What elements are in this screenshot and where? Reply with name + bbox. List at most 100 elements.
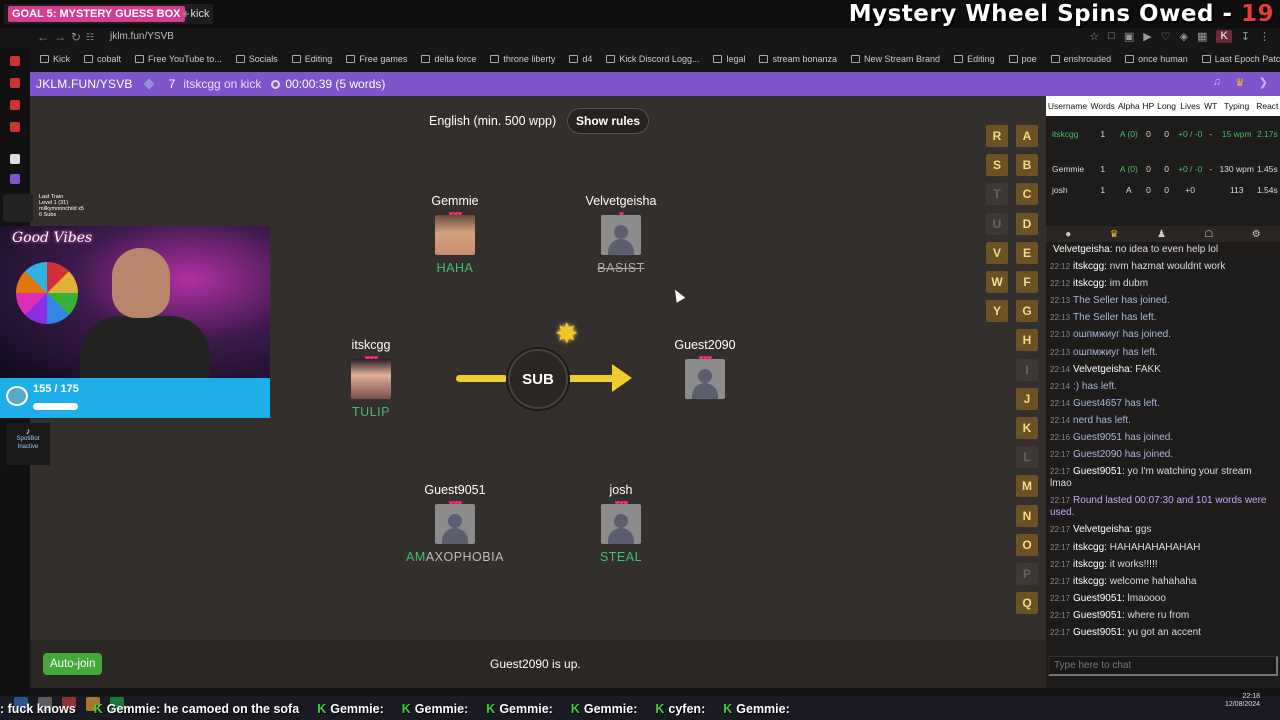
players-tab-icon[interactable]: ♛: [1110, 229, 1119, 240]
new-tab-button[interactable]: +: [182, 6, 190, 21]
chat-timestamp: 22:17: [1050, 467, 1071, 477]
chat-username[interactable]: Guest9051:: [1073, 593, 1125, 604]
bookmark-item[interactable]: Kick: [40, 54, 70, 64]
bookmark-item[interactable]: delta force: [421, 54, 476, 64]
score-cell: A (0): [1119, 163, 1138, 174]
chat-timestamp: 22:17: [1050, 496, 1071, 506]
score-column-header[interactable]: React: [1254, 96, 1280, 116]
reload-icon[interactable]: ↻: [71, 30, 81, 44]
bookmark-item[interactable]: cobalt: [84, 54, 121, 64]
chat-username[interactable]: itskcgg:: [1073, 542, 1107, 553]
bookmark-item[interactable]: d4: [569, 54, 592, 64]
spotibot-status: SpotiBot Inactive: [16, 436, 40, 450]
bookmark-star-icon[interactable]: ☆: [1089, 30, 1099, 43]
shield-icon[interactable]: ◈: [1180, 30, 1188, 43]
chat-username[interactable]: Velvetgeisha:: [1053, 244, 1113, 255]
chat-username[interactable]: Velvetgeisha:: [1073, 524, 1133, 535]
extension-icon[interactable]: □: [1108, 30, 1115, 43]
chat-input[interactable]: [1048, 656, 1278, 676]
score-cell: 0: [1164, 128, 1169, 139]
player-seat-current: Guest2090 ♥♥♥: [635, 338, 775, 405]
play-icon[interactable]: ▶: [1143, 30, 1151, 43]
forward-icon[interactable]: →: [54, 30, 66, 44]
score-column-header[interactable]: Long: [1155, 96, 1178, 116]
prize-wheel: [16, 262, 78, 324]
chat-username[interactable]: itskcgg:: [1073, 559, 1107, 570]
bookmark-item[interactable]: throne liberty: [490, 54, 555, 64]
bomb-prompt: SUB: [508, 349, 568, 409]
bookmark-item[interactable]: Free games: [346, 54, 407, 64]
chat-username[interactable]: Velvetgeisha:: [1073, 364, 1133, 375]
sidebar-app-icon[interactable]: [10, 78, 20, 88]
bonus-letter: D: [1016, 212, 1038, 235]
score-column-header[interactable]: WT: [1202, 96, 1219, 116]
settings-gear-icon[interactable]: ⚙: [1252, 229, 1261, 240]
bookmark-item[interactable]: Free YouTube to...: [135, 54, 222, 64]
bookmark-item[interactable]: legal: [713, 54, 745, 64]
chat-tab-icon[interactable]: ●: [1065, 229, 1071, 240]
score-column-header[interactable]: Words: [1088, 96, 1117, 116]
bookmark-item[interactable]: Socials: [235, 54, 278, 64]
twitch-icon[interactable]: [10, 174, 20, 184]
bookmark-item[interactable]: Editing: [291, 54, 332, 64]
auto-join-button[interactable]: Auto-join: [43, 653, 103, 675]
volume-icon[interactable]: ♫: [1213, 76, 1221, 89]
turn-status: Guest2090 is up.: [490, 657, 581, 671]
round-timer: 00:00:39 (5 words): [285, 77, 386, 91]
bookmark-item[interactable]: enshrouded: [1050, 54, 1111, 64]
score-column-header[interactable]: Typing: [1218, 96, 1255, 116]
bonus-letter: G: [1016, 300, 1038, 323]
kick-extension-icon[interactable]: K: [1216, 30, 1232, 43]
ticker-message: K Gemmie: he camoed on the sofa: [94, 702, 299, 716]
chat-message: 22:17 itskcgg: welcome hahahaha: [1050, 576, 1272, 588]
chat-username[interactable]: itskcgg:: [1073, 278, 1107, 289]
ticker-message: K Gemmie:: [402, 702, 469, 716]
chat-timestamp: 22:16: [1050, 433, 1071, 443]
bookmark-item[interactable]: Kick Discord Logg...: [606, 54, 699, 64]
heart-icon[interactable]: ♡: [1161, 30, 1171, 43]
ticker-text: :: [785, 702, 790, 716]
menu-icon[interactable]: ⋮: [1259, 30, 1270, 43]
score-column-header[interactable]: Username: [1046, 96, 1089, 116]
bookmark-item[interactable]: Editing: [954, 54, 995, 64]
chat-username[interactable]: itskcgg:: [1073, 261, 1107, 272]
sidebar-app-icon[interactable]: [10, 100, 20, 110]
bookmark-item[interactable]: New Stream Brand: [851, 54, 940, 64]
sidebar-toggle-icon[interactable]: ❯: [1259, 76, 1268, 89]
chat-username[interactable]: Guest9051:: [1073, 627, 1125, 638]
bookmark-label: New Stream Brand: [864, 54, 941, 64]
chat-username[interactable]: Guest9051:: [1073, 610, 1125, 621]
room-tab-icon[interactable]: ☖: [1204, 229, 1213, 240]
player-seat: josh ♥♥♥ STEAL: [551, 483, 691, 564]
ticker-message: : fuck knows: [0, 702, 76, 716]
url-field[interactable]: jklm.fun/YSVB: [110, 31, 174, 42]
score-cell: 1: [1100, 163, 1106, 174]
download-icon[interactable]: ↧: [1241, 30, 1250, 43]
room-code[interactable]: JKLM.FUN/YSVB: [36, 77, 133, 91]
chat-timestamp: 22:17: [1050, 542, 1071, 552]
score-row: itskcgg 1 A (0) 0 0 +0 / -0-15 wpm 2.17s: [1046, 116, 1280, 151]
bookmark-item[interactable]: Last Epoch Patch...: [1201, 54, 1280, 64]
score-column-header[interactable]: Lives: [1177, 96, 1203, 116]
profile-tab-icon[interactable]: ♟: [1157, 229, 1166, 240]
chat-text: ggs: [1132, 524, 1152, 536]
score-column-header[interactable]: HP: [1141, 96, 1156, 116]
back-icon[interactable]: ←: [37, 30, 49, 44]
show-rules-button[interactable]: Show rules: [567, 108, 650, 134]
chat-system-text: ошпмжиуг has left.: [1073, 346, 1158, 358]
camera-icon[interactable]: ▣: [1124, 30, 1134, 43]
chat-username[interactable]: Guest9051:: [1073, 466, 1125, 477]
crown-icon[interactable]: ♛: [1235, 76, 1245, 89]
webcam-feed: [0, 226, 270, 378]
score-column-header[interactable]: Alpha: [1116, 96, 1142, 116]
bookmark-item[interactable]: stream bonanza: [759, 54, 837, 64]
chat-timestamp: 22:13: [1050, 313, 1071, 323]
bookmark-item[interactable]: poe: [1008, 54, 1037, 64]
chat-username[interactable]: itskcgg:: [1073, 576, 1107, 587]
sidebar-app-icon[interactable]: [10, 122, 20, 132]
sidebar-app-icon[interactable]: [10, 154, 20, 164]
sidebar-app-icon[interactable]: [10, 56, 20, 66]
puzzle-icon[interactable]: ▦: [1197, 30, 1207, 43]
lock-icon: ☷: [86, 32, 95, 42]
bookmark-item[interactable]: once human: [1125, 54, 1188, 64]
